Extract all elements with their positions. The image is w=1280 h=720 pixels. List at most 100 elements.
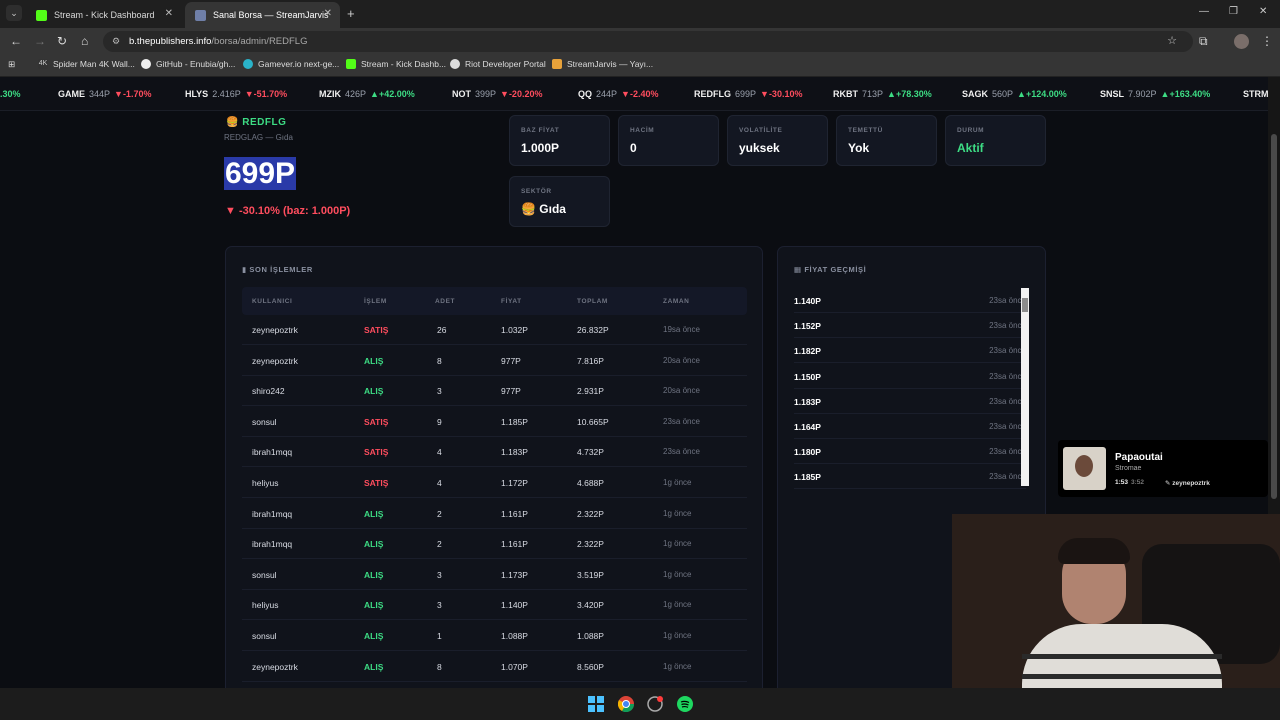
maximize-icon[interactable]: ❐ [1229,6,1238,17]
ticker-item[interactable]: SNSL 7.902P ▲+163.40% [1100,89,1210,99]
ticker-item[interactable]: .30% [0,89,21,99]
cell-price: 1.183P [501,447,528,458]
cell-total: 2.322P [577,508,604,519]
ticker-item[interactable]: REDFLG 699P ▼-30.10% [694,89,802,99]
bookmark-kick[interactable]: Stream - Kick Dashb... [346,59,446,69]
tab-sanal-borsa[interactable]: Sanal Borsa — StreamJarvis ✕ [185,2,340,28]
minimize-icon[interactable]: — [1199,6,1209,17]
riot-icon [450,59,460,69]
profile-avatar[interactable] [1234,34,1249,49]
requested-by: ✎ zeynepoztrk [1165,480,1210,487]
table-row: zeynepoztrk ALIŞ 8 977P 7.816P 20sa önce [242,346,747,376]
burger-icon: 🍔 [226,117,243,128]
tab-kick-dashboard[interactable]: Stream - Kick Dashboard ✕ [26,2,181,28]
table-row: heliyus SATIŞ 4 1.172P 4.688P 1g önce [242,468,747,498]
tab-label: Sanal Borsa — StreamJarvis [213,10,329,20]
cell-total: 8.560P [577,661,604,672]
cell-user: sonsul [252,416,277,427]
cell-total: 3.519P [577,569,604,580]
history-row: 1.182P 23sa önce [794,338,1026,364]
cell-user: ibrah1mqq [252,539,293,550]
window-close-icon[interactable]: ✕ [1259,6,1267,17]
cell-user: heliyus [252,478,279,488]
stock-price: 699P [224,157,297,190]
spotify-icon[interactable] [677,696,693,712]
apps-icon[interactable]: ⊞ [8,59,15,70]
scrollbar-thumb[interactable] [1271,134,1277,499]
cell-time: 23sa önce [663,416,700,426]
bookmark-gamever[interactable]: Gamever.io next-ge... [243,59,339,69]
table-row: zeynepoztrk SATIŞ 26 1.032P 26.832P 19sa önce [242,315,747,345]
history-price: 1.140P [794,296,821,306]
scrollbar-thumb[interactable] [1022,298,1028,312]
cell-time: 19sa önce [663,325,700,334]
cell-price: 1.172P [501,478,528,488]
chrome-icon[interactable] [618,696,634,712]
cell-qty: 8 [437,355,442,366]
cell-time: 1g önce [663,478,692,487]
history-row: 1.164P 23sa önce [794,414,1026,439]
ticker-item[interactable]: QQ 244P ▼-2.40% [578,89,658,99]
windows-start-icon[interactable] [588,696,604,712]
reload-icon[interactable]: ↻ [57,34,67,48]
toolbar: ← → ↻ ⌂ ⚙ b.thepublishers.info/borsa/adm… [0,28,1280,55]
stat-volume: HACİM 0 [618,115,719,166]
chart-icon: ▦ [794,265,805,274]
app-icon[interactable] [647,696,663,712]
cell-type: SATIŞ [364,416,389,427]
cell-type: ALIŞ [364,508,384,519]
address-bar[interactable]: ⚙ b.thepublishers.info/borsa/admin/REDFL… [103,31,1193,52]
cell-price: 1.070P [501,661,528,672]
bookmark-star-icon[interactable]: ☆ [1167,31,1177,52]
bookmark-github[interactable]: GitHub - Enubia/gh... [141,59,235,69]
table-row: zeynepoztrk ALIŞ 8 1.070P 8.560P 1g önce [242,652,747,682]
cell-type: SATIŞ [364,478,389,488]
new-tab-button[interactable]: + [347,6,355,21]
home-icon[interactable]: ⌂ [81,34,88,48]
site-info-icon[interactable]: ⚙ [112,31,120,52]
bookmark-riot[interactable]: Riot Developer Portal [450,59,546,69]
history-row: 1.150P 23sa önce [794,364,1026,389]
recent-trades-panel: ▮ SON İŞLEMLER KULLANICI İŞLEM ADET FİYA… [225,246,763,688]
ticker-item[interactable]: HLYS 2.416P ▼-51.70% [185,89,287,99]
cell-type: ALIŞ [364,631,384,641]
bookmark-streamjarvis[interactable]: StreamJarvis — Yayı... [552,59,653,69]
cell-total: 2.931P [577,386,604,397]
ticker-item[interactable]: SAGK 560P ▲+124.00% [962,89,1067,99]
table-row: sonsul ALIŞ 3 1.173P 3.519P 1g önce [242,560,747,590]
history-price: 1.182P [794,346,821,357]
cell-time: 1g önce [663,508,692,518]
cell-qty: 26 [437,325,447,335]
song-time: 1:53 3:52 [1115,479,1145,486]
forward-icon[interactable]: → [34,34,46,48]
ticker-item[interactable]: NOT 399P ▼-20.20% [452,89,542,99]
close-tab-icon[interactable]: ✕ [324,8,332,19]
kick-icon [346,59,356,69]
cell-user: sonsul [252,569,277,580]
cell-total: 2.322P [577,539,604,550]
menu-icon[interactable]: ⋮ [1261,34,1273,48]
cell-user: sonsul [252,631,277,641]
table-row: shiro242 ALIŞ 3 977P 2.931P 20sa önce [242,376,747,407]
kick-icon [36,9,47,21]
cell-time: 20sa önce [663,386,700,396]
extensions-icon[interactable]: ⧉ [1199,34,1208,49]
bookmark-spiderman[interactable]: 4K Spider Man 4K Wall... [38,59,135,69]
cell-total: 26.832P [577,325,609,335]
stat-volatility: VOLATİLİTE yuksek [727,115,828,166]
history-price: 1.180P [794,447,821,458]
cell-user: ibrah1mqq [252,508,293,519]
streamjarvis-icon [195,9,206,21]
cell-user: zeynepoztrk [252,355,298,366]
tab-search-button[interactable]: ⌄ [6,5,22,21]
cell-time: 1g önce [663,569,692,579]
history-scrollbar[interactable] [1021,288,1029,486]
ticker-item[interactable]: GAME 344P ▼-1.70% [58,89,151,99]
cell-qty: 1 [437,631,442,641]
cell-type: ALIŞ [364,386,384,397]
ticker-item[interactable]: RKBT 713P ▲+78.30% [833,89,932,99]
cell-time: 1g önce [663,631,692,640]
close-tab-icon[interactable]: ✕ [165,8,173,19]
ticker-item[interactable]: MZIK 426P ▲+42.00% [319,89,415,99]
back-icon[interactable]: ← [10,34,22,48]
